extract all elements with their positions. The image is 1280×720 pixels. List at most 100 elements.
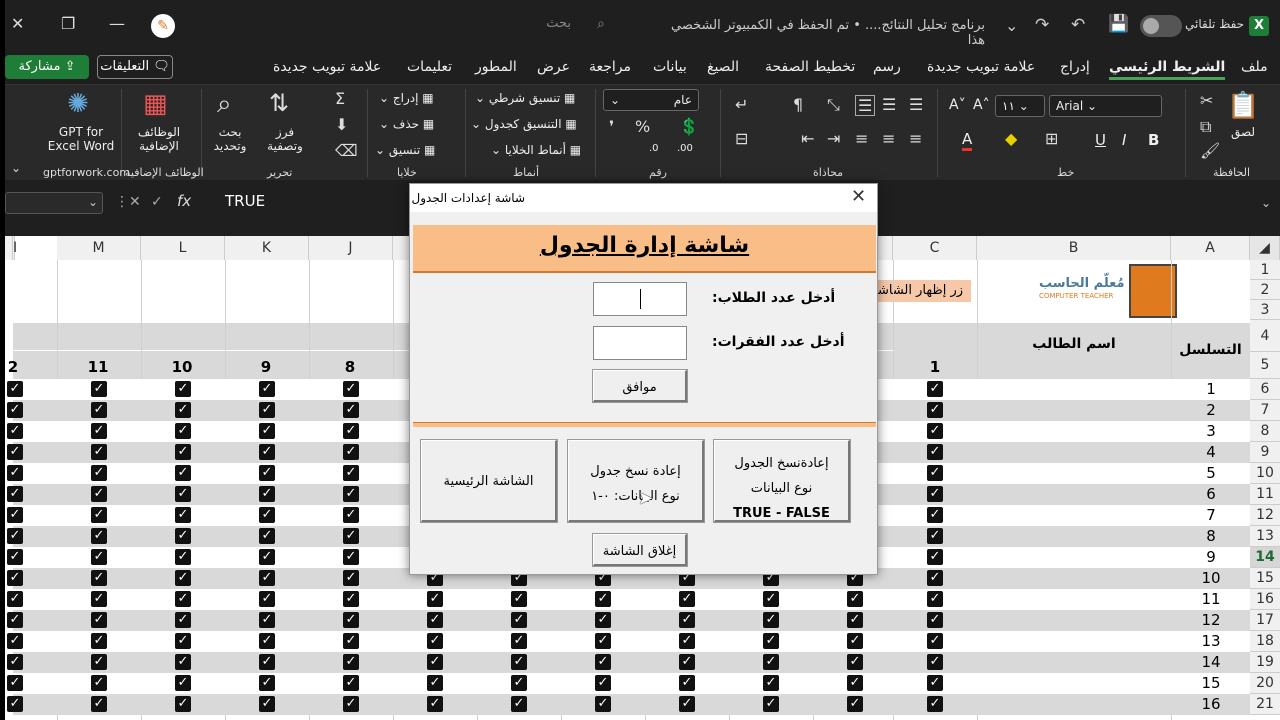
checkbox[interactable]: ✓ (91, 423, 107, 439)
tab-new-2[interactable]: علامة تبويب جديدة (273, 59, 381, 75)
checkbox[interactable]: ✓ (679, 612, 695, 628)
checkbox[interactable]: ✓ (7, 423, 23, 439)
underline-icon[interactable]: U (1095, 131, 1106, 149)
close-window-icon[interactable]: ✕ (11, 14, 24, 33)
ok-button[interactable]: موافق (592, 369, 688, 403)
checkbox[interactable]: ✓ (91, 381, 107, 397)
checkbox[interactable]: ✓ (7, 696, 23, 712)
serial-cell[interactable]: 14 (1191, 653, 1231, 671)
formula-input[interactable]: TRUE (225, 192, 265, 210)
checkbox[interactable]: ✓ (343, 465, 359, 481)
checkbox[interactable]: ✓ (427, 591, 443, 607)
serial-cell[interactable]: 1 (1191, 380, 1231, 398)
checkbox[interactable]: ✓ (259, 654, 275, 670)
outdent-icon[interactable]: ⇤ (801, 129, 814, 148)
row-header[interactable]: 20 (1250, 673, 1280, 694)
checkbox[interactable]: ✓ (927, 423, 943, 439)
checkbox[interactable]: ✓ (595, 654, 611, 670)
serial-cell[interactable]: 15 (1191, 674, 1231, 692)
checkbox[interactable]: ✓ (91, 591, 107, 607)
checkbox[interactable]: ✓ (927, 675, 943, 691)
increase-font-icon[interactable]: A˄ (973, 97, 990, 113)
checkbox[interactable]: ✓ (511, 591, 527, 607)
comma-style-icon[interactable]: ❜ (609, 117, 614, 136)
redo-icon[interactable]: ↷ (1035, 15, 1049, 35)
checkbox[interactable]: ✓ (595, 675, 611, 691)
row-header[interactable]: 18 (1250, 631, 1280, 652)
checkbox[interactable]: ✓ (927, 402, 943, 418)
checkbox[interactable]: ✓ (679, 675, 695, 691)
checkbox[interactable]: ✓ (595, 591, 611, 607)
row-header[interactable]: 12 (1250, 505, 1280, 526)
checkbox[interactable]: ✓ (927, 444, 943, 460)
checkbox[interactable]: ✓ (595, 612, 611, 628)
serial-cell[interactable]: 10 (1191, 569, 1231, 587)
name-box[interactable]: ⌄ (5, 192, 103, 214)
checkbox[interactable]: ✓ (259, 570, 275, 586)
checkbox[interactable]: ✓ (259, 486, 275, 502)
checkbox[interactable]: ✓ (511, 612, 527, 628)
align-center-icon[interactable]: ≡ (882, 129, 895, 148)
align-left-icon[interactable]: ≡ (855, 129, 868, 148)
minimize-window-icon[interactable]: — (109, 14, 125, 33)
checkbox[interactable]: ✓ (91, 528, 107, 544)
checkbox[interactable]: ✓ (7, 381, 23, 397)
column-header-m[interactable]: M (57, 236, 141, 260)
serial-cell[interactable]: 7 (1191, 506, 1231, 524)
chevron-down-icon[interactable]: ⌄ (1005, 16, 1018, 35)
checkbox[interactable]: ✓ (7, 549, 23, 565)
checkbox[interactable]: ✓ (927, 633, 943, 649)
checkbox[interactable]: ✓ (7, 507, 23, 523)
row-header[interactable]: 6 (1250, 379, 1280, 400)
row-header[interactable]: 4 (1250, 320, 1280, 352)
checkbox[interactable]: ✓ (343, 696, 359, 712)
checkbox[interactable]: ✓ (343, 675, 359, 691)
checkbox[interactable]: ✓ (259, 528, 275, 544)
checkbox[interactable]: ✓ (175, 696, 191, 712)
row-header[interactable]: 19 (1250, 652, 1280, 673)
students-count-input[interactable] (593, 282, 687, 316)
checkbox[interactable]: ✓ (259, 381, 275, 397)
checkbox[interactable]: ✓ (927, 381, 943, 397)
tab-home[interactable]: الشريط الرئيسي (1109, 59, 1226, 80)
checkbox[interactable]: ✓ (259, 612, 275, 628)
cell-styles-button[interactable]: ⌄ أنماط الخلايا ▦ (491, 143, 581, 157)
checkbox[interactable]: ✓ (175, 612, 191, 628)
align-top-icon[interactable]: ☰ (909, 95, 923, 114)
increase-decimal-icon[interactable]: .00 (677, 143, 693, 154)
insert-cells-button[interactable]: ⌄ إدراج ▦ (379, 91, 434, 105)
column-header-k[interactable]: K (225, 236, 309, 260)
percent-icon[interactable]: % (635, 117, 650, 136)
serial-cell[interactable]: 9 (1191, 548, 1231, 566)
row-header[interactable]: 13 (1250, 526, 1280, 547)
checkbox[interactable]: ✓ (763, 591, 779, 607)
sort-filter-button[interactable]: فرز وتصفية (259, 125, 311, 153)
paste-label[interactable]: لصق (1231, 125, 1255, 139)
checkbox[interactable]: ✓ (511, 696, 527, 712)
checkbox[interactable]: ✓ (175, 633, 191, 649)
row-header[interactable]: 14 (1250, 547, 1280, 568)
checkbox[interactable]: ✓ (343, 654, 359, 670)
delete-cells-button[interactable]: ⌄ حذف ▦ (379, 117, 434, 131)
checkbox[interactable]: ✓ (763, 612, 779, 628)
close-screen-button[interactable]: إغلاق الشاشة (592, 533, 688, 567)
share-button[interactable]: مشاركة ⇪ (5, 55, 89, 79)
checkbox[interactable]: ✓ (343, 633, 359, 649)
checkbox[interactable]: ✓ (343, 507, 359, 523)
find-select-icon[interactable]: ⌕ (217, 89, 232, 120)
checkbox[interactable]: ✓ (427, 654, 443, 670)
tab-review[interactable]: مراجعة (589, 59, 631, 75)
search-input[interactable]: بحث ⌕ (265, 16, 621, 38)
addins-icon[interactable]: ▦ (143, 89, 168, 119)
copy-table-true-false-button[interactable]: إعادةنسخ الجدول نوع البيانات TRUE - FALS… (713, 439, 851, 523)
serial-cell[interactable]: 2 (1191, 401, 1231, 419)
checkbox[interactable]: ✓ (927, 612, 943, 628)
checkbox[interactable]: ✓ (927, 654, 943, 670)
checkbox[interactable]: ✓ (595, 633, 611, 649)
checkbox[interactable]: ✓ (7, 465, 23, 481)
checkbox[interactable]: ✓ (175, 423, 191, 439)
serial-cell[interactable]: 4 (1191, 443, 1231, 461)
checkbox[interactable]: ✓ (847, 591, 863, 607)
checkbox[interactable]: ✓ (7, 591, 23, 607)
row-header[interactable]: 15 (1250, 568, 1280, 589)
